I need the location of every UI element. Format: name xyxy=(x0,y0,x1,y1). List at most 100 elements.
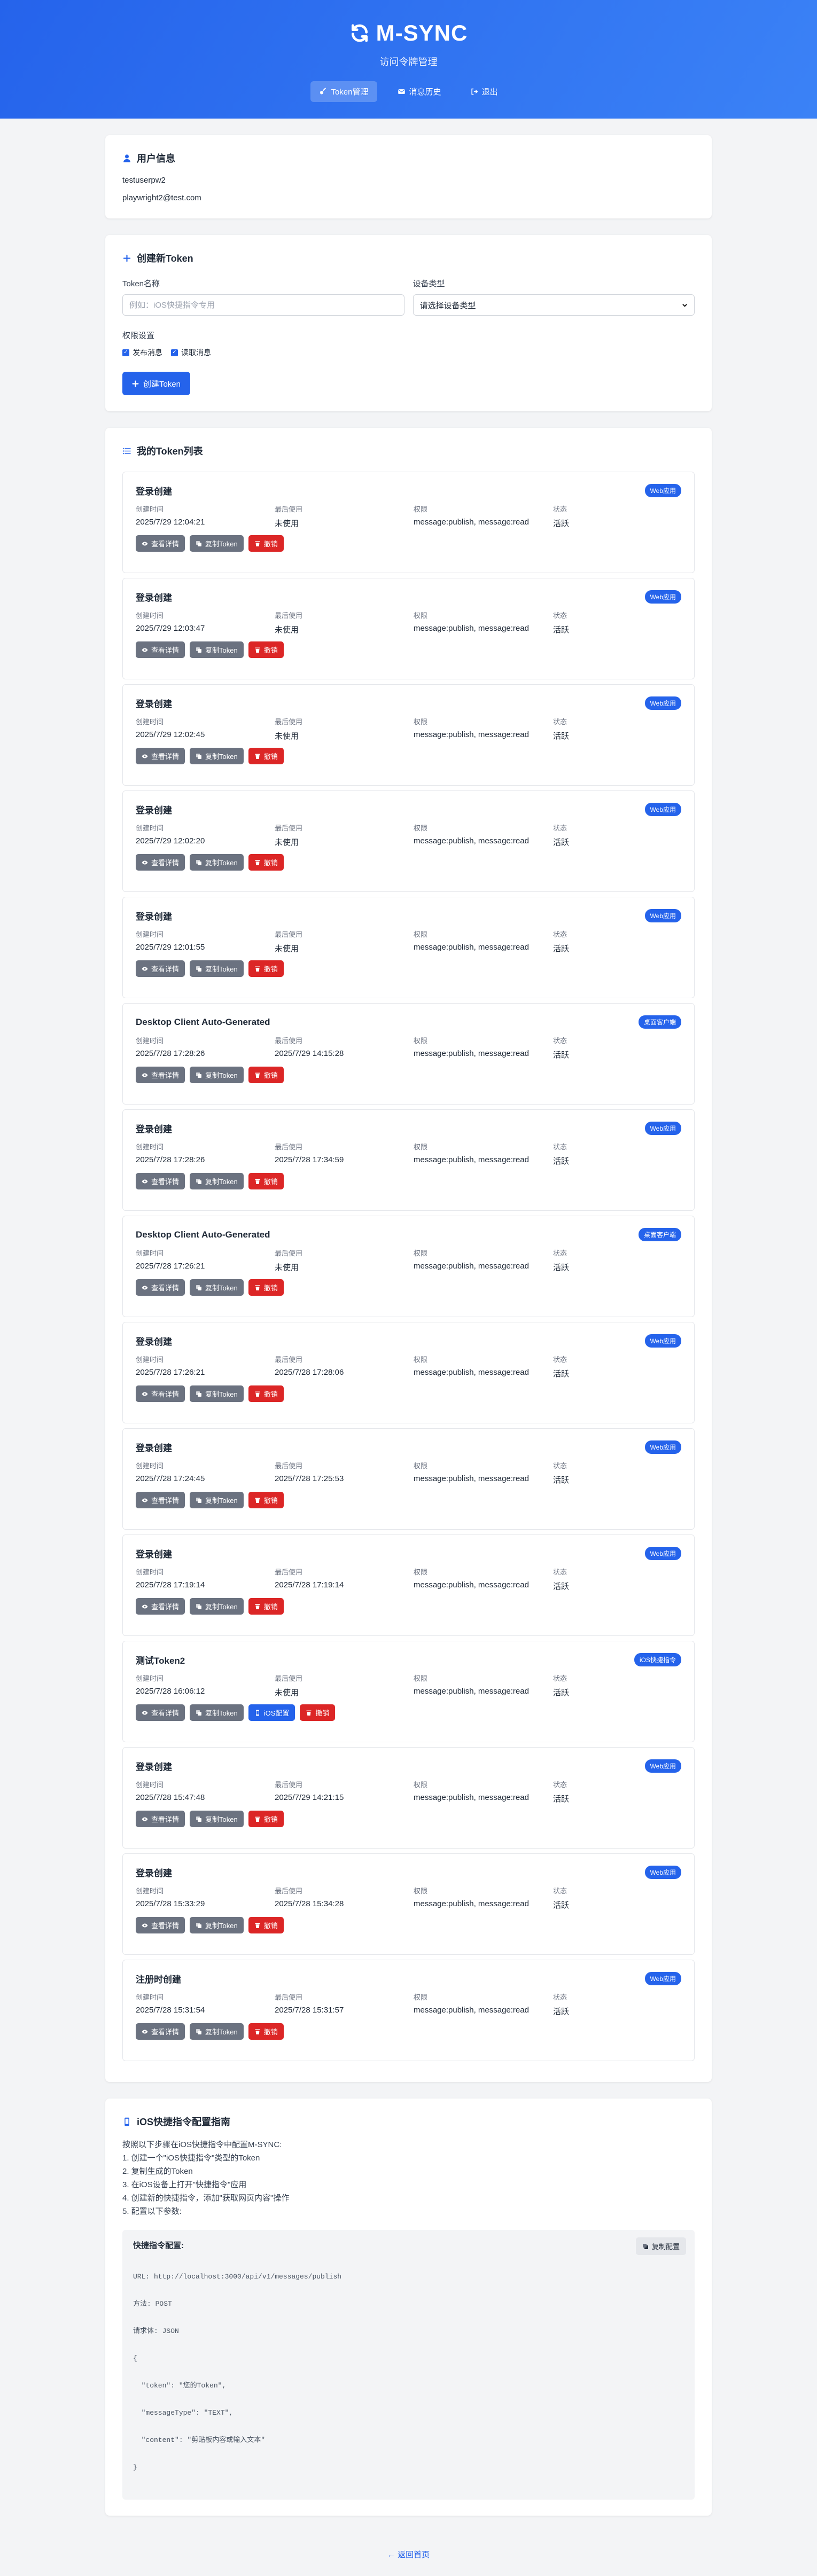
status-label: 状态 xyxy=(553,824,567,832)
permissions-col: 权限 message:publish, message:read xyxy=(414,610,553,635)
copy-token-button[interactable]: 复制Token xyxy=(190,1067,244,1083)
created-label: 创建时间 xyxy=(136,1887,164,1895)
revoke-button[interactable]: 撤销 xyxy=(248,1279,284,1296)
copy-token-button[interactable]: 复制Token xyxy=(190,535,244,552)
guide-step: 1. 创建一个"iOS快捷指令"类型的Token xyxy=(122,2154,260,2163)
copy-token-label: 复制Token xyxy=(205,1390,238,1398)
view-details-button[interactable]: 查看详情 xyxy=(136,854,185,871)
revoke-label: 撤销 xyxy=(263,2028,278,2036)
copy-token-button[interactable]: 复制Token xyxy=(190,2023,244,2040)
status-col: 状态 活跃 xyxy=(553,1035,681,1060)
nav-label: 退出 xyxy=(481,88,498,97)
copy-token-button[interactable]: 复制Token xyxy=(190,960,244,977)
view-details-button[interactable]: 查看详情 xyxy=(136,1173,185,1189)
copy-token-label: 复制Token xyxy=(205,646,238,654)
status-col: 状态 活跃 xyxy=(553,716,681,741)
view-details-button[interactable]: 查看详情 xyxy=(136,748,185,764)
user-info-title: 用户信息 xyxy=(122,151,695,165)
ios-config-button[interactable]: iOS配置 xyxy=(248,1704,295,1721)
copy-token-button[interactable]: 复制Token xyxy=(190,1598,244,1615)
token-item: 登录创建 Web应用 创建时间 2025/7/29 12:02:20 最后使用 未使用 权限… xyxy=(122,790,695,892)
revoke-button[interactable]: 撤销 xyxy=(248,1067,284,1083)
nav-message-history[interactable]: 消息历史 xyxy=(389,81,450,102)
revoke-button[interactable]: 撤销 xyxy=(300,1704,336,1721)
revoke-button[interactable]: 撤销 xyxy=(248,1811,284,1827)
last-used-label: 最后使用 xyxy=(275,612,303,620)
revoke-button[interactable]: 撤销 xyxy=(248,535,284,552)
token-head: 登录创建 Web应用 xyxy=(136,803,681,816)
copy-token-button[interactable]: 复制Token xyxy=(190,1279,244,1296)
revoke-button[interactable]: 撤销 xyxy=(248,1917,284,1933)
permissions-label: 权限 xyxy=(414,1356,428,1364)
checkbox-checked-icon[interactable]: ✓ xyxy=(171,349,178,356)
created-value: 2025/7/28 17:26:21 xyxy=(136,1262,205,1271)
view-details-button[interactable]: 查看详情 xyxy=(136,641,185,658)
copy-icon xyxy=(196,1391,202,1397)
copy-token-button[interactable]: 复制Token xyxy=(190,748,244,764)
view-details-button[interactable]: 查看详情 xyxy=(136,1704,185,1721)
trash-icon xyxy=(255,1285,260,1290)
perm-read-check[interactable]: ✓ 读取消息 xyxy=(171,347,211,358)
view-details-button[interactable]: 查看详情 xyxy=(136,1917,185,1933)
view-details-button[interactable]: 查看详情 xyxy=(136,535,185,552)
eye-icon xyxy=(142,1179,148,1183)
revoke-button[interactable]: 撤销 xyxy=(248,1492,284,1508)
checkbox-checked-icon[interactable]: ✓ xyxy=(122,349,129,356)
back-home-link[interactable]: ← 返回首页 xyxy=(387,2550,430,2559)
perm-publish-check[interactable]: ✓ 发布消息 xyxy=(122,347,162,358)
token-name: 登录创建 xyxy=(136,593,172,603)
created-col: 创建时间 2025/7/29 12:04:21 xyxy=(136,504,275,529)
token-name-input[interactable] xyxy=(122,294,404,316)
view-details-button[interactable]: 查看详情 xyxy=(136,1811,185,1827)
copy-token-button[interactable]: 复制Token xyxy=(190,1385,244,1402)
created-label: 创建时间 xyxy=(136,1356,164,1364)
token-actions: 查看详情 复制Token 撤销 xyxy=(136,748,681,764)
view-details-button[interactable]: 查看详情 xyxy=(136,1598,185,1615)
copy-config-button[interactable]: 复制配置 xyxy=(635,2237,686,2255)
revoke-button[interactable]: 撤销 xyxy=(248,1598,284,1615)
copy-token-button[interactable]: 复制Token xyxy=(190,1917,244,1933)
last-used-label: 最后使用 xyxy=(275,930,303,938)
revoke-button[interactable]: 撤销 xyxy=(248,960,284,977)
token-name: 登录创建 xyxy=(136,1868,172,1878)
copy-icon xyxy=(196,1072,202,1078)
view-details-button[interactable]: 查看详情 xyxy=(136,2023,185,2040)
copy-icon xyxy=(196,753,202,759)
last-used-col: 最后使用 2025/7/28 17:25:53 xyxy=(275,1460,414,1485)
last-used-value: 未使用 xyxy=(275,519,299,528)
copy-token-button[interactable]: 复制Token xyxy=(190,641,244,658)
revoke-button[interactable]: 撤销 xyxy=(248,641,284,658)
status-value: 活跃 xyxy=(553,1263,570,1272)
revoke-button[interactable]: 撤销 xyxy=(248,1385,284,1402)
revoke-button[interactable]: 撤销 xyxy=(248,854,284,871)
revoke-button[interactable]: 撤销 xyxy=(248,2023,284,2040)
copy-token-button[interactable]: 复制Token xyxy=(190,1492,244,1508)
device-type-badge: Web应用 xyxy=(644,1866,681,1879)
nav-logout[interactable]: 退出 xyxy=(462,81,507,102)
nav-token-management[interactable]: Token管理 xyxy=(310,81,377,102)
last-used-value: 未使用 xyxy=(275,944,299,953)
view-details-button[interactable]: 查看详情 xyxy=(136,1067,185,1083)
view-details-button[interactable]: 查看详情 xyxy=(136,1279,185,1296)
copy-token-button[interactable]: 复制Token xyxy=(190,1811,244,1827)
device-type-select[interactable]: 请选择设备类型 xyxy=(413,294,695,316)
create-token-button[interactable]: 创建Token xyxy=(122,372,191,395)
token-name: 注册时创建 xyxy=(136,1975,181,1985)
revoke-button[interactable]: 撤销 xyxy=(248,748,284,764)
copy-token-button[interactable]: 复制Token xyxy=(190,1704,244,1721)
token-name: 登录创建 xyxy=(136,1337,172,1347)
view-details-button[interactable]: 查看详情 xyxy=(136,960,185,977)
copy-token-button[interactable]: 复制Token xyxy=(190,854,244,871)
view-details-button[interactable]: 查看详情 xyxy=(136,1492,185,1508)
token-details: 创建时间 2025/7/28 17:26:21 最后使用 未使用 权限 message:p… xyxy=(136,1248,681,1273)
last-used-col: 最后使用 未使用 xyxy=(275,823,414,848)
permissions-value: message:publish, message:read xyxy=(414,1049,529,1058)
token-details: 创建时间 2025/7/29 12:02:45 最后使用 未使用 权限 message:p… xyxy=(136,716,681,741)
created-value: 2025/7/29 12:02:20 xyxy=(136,836,205,845)
revoke-button[interactable]: 撤销 xyxy=(248,1173,284,1189)
last-used-value: 2025/7/29 14:21:15 xyxy=(275,1793,344,1802)
copy-token-button[interactable]: 复制Token xyxy=(190,1173,244,1189)
last-used-value: 2025/7/28 15:31:57 xyxy=(275,2006,344,2015)
token-actions: 查看详情 复制Token 撤销 xyxy=(136,854,681,871)
view-details-button[interactable]: 查看详情 xyxy=(136,1385,185,1402)
